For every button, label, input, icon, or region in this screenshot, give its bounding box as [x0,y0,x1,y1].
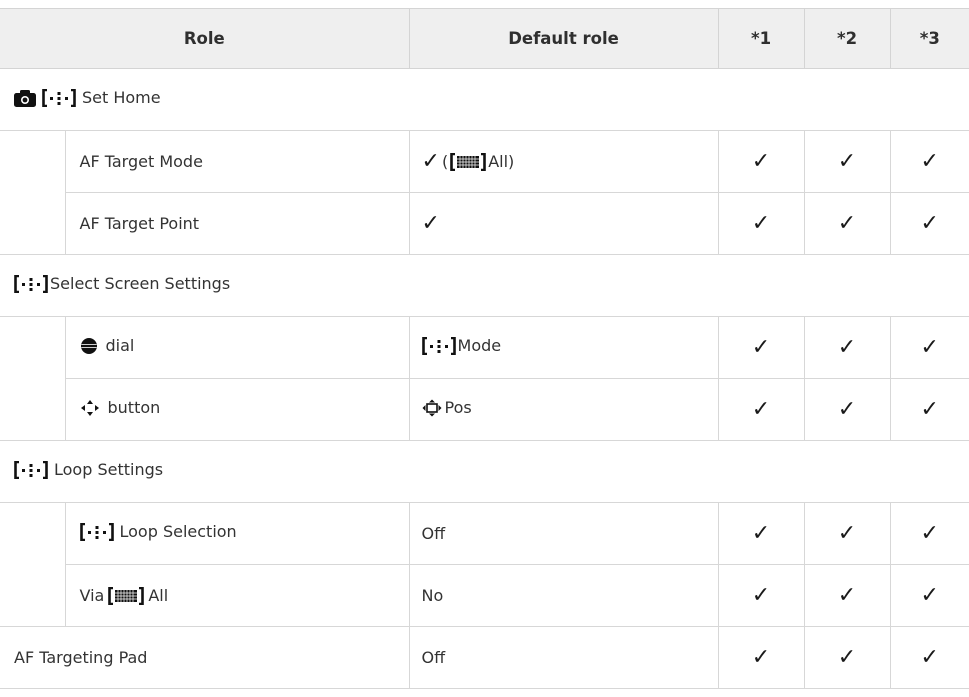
table-row-loop-selection: Loop Selection Off ✓ ✓ ✓ [0,502,969,565]
check-icon: ✓ [717,564,805,627]
row-default: ✓ [408,192,719,255]
section-label: Select Screen Settings [50,274,231,294]
check-icon: ✓ [803,626,891,689]
check-icon: ✓ [803,316,891,379]
row-role: AF Target Point [64,192,410,255]
header-role: Role [0,8,410,69]
check-icon: ✓ [803,502,891,565]
af-target-icon [79,522,114,541]
section-row-set-home: Set Home [0,68,969,131]
section-row-select-screen: Select Screen Settings [0,254,969,317]
dial-icon [79,337,98,354]
af-target-icon [421,336,456,355]
check-icon: ✓ [717,130,805,193]
section-label: Loop Settings [54,460,164,480]
row-role: AF Targeting Pad [0,626,410,689]
section-row-loop-settings: Loop Settings [0,440,969,503]
check-icon: ✓ [803,130,891,193]
af-grid-all-icon [108,586,145,605]
header-col-2: *2 [803,8,891,69]
row-default: ✓ ( All) [408,130,719,193]
row-default: Pos [408,378,719,441]
row-default: Off [408,626,719,689]
af-target-icon [14,460,48,479]
check-icon: ✓ [803,564,891,627]
check-icon: ✓ [889,192,969,255]
check-icon: ✓ [889,626,969,689]
check-icon: ✓ [803,378,891,441]
check-icon: ✓ [803,192,891,255]
check-icon: ✓ [421,148,440,174]
check-icon: ✓ [717,626,805,689]
header-col-3: *3 [889,8,969,69]
check-icon: ✓ [717,316,805,379]
table-header-row: Role Default role *1 *2 *3 [0,8,969,69]
table-row-button: button Pos ✓ ✓ ✓ [0,378,969,441]
table-row-af-target-point: AF Target Point ✓ ✓ ✓ ✓ [0,192,969,255]
table-row-af-target-mode: AF Target Mode ✓ ( All) ✓ ✓ ✓ [0,130,969,193]
check-icon: ✓ [889,130,969,193]
multi-selector-pos-icon [422,399,442,417]
table-row-af-targeting-pad: AF Targeting Pad Off ✓ ✓ ✓ [0,626,969,689]
row-role: button [64,378,410,441]
check-icon: ✓ [717,378,805,441]
af-target-icon [42,88,76,107]
row-default: Mode [408,316,719,379]
af-target-icon [14,274,48,293]
check-icon: ✓ [889,316,969,379]
camera-icon [14,89,36,107]
multi-selector-icon [80,399,99,416]
check-icon: ✓ [889,502,969,565]
section-label: Set Home [82,88,161,108]
row-role: AF Target Mode [64,130,410,193]
check-icon: ✓ [889,378,969,441]
row-role: dial [64,316,410,379]
row-default: No [408,564,719,627]
header-default-role: Default role [408,8,719,69]
af-grid-all-icon [450,152,487,171]
row-role: Via All [64,564,410,627]
check-icon: ✓ [421,210,440,236]
header-col-1: *1 [717,8,805,69]
check-icon: ✓ [889,564,969,627]
row-default: Off [408,502,719,565]
settings-table: Role Default role *1 *2 *3 Set Home AF T… [0,8,969,689]
check-icon: ✓ [717,192,805,255]
check-icon: ✓ [717,502,805,565]
table-row-via-all: Via All No ✓ ✓ ✓ [0,564,969,627]
row-role: Loop Selection [64,502,410,565]
table-row-dial: dial Mode ✓ ✓ ✓ [0,316,969,379]
